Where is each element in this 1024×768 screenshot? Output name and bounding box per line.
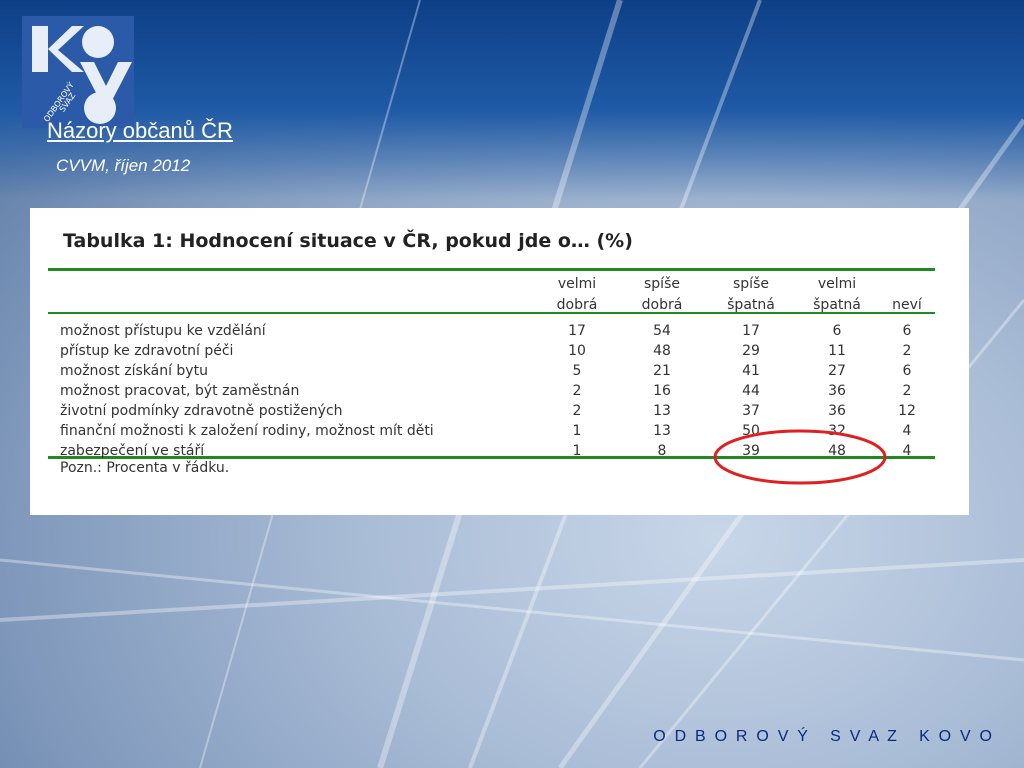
cell-value: 44	[742, 383, 760, 399]
header-row: velmi dobrá spíše dobrá spíše špatná velmi š…	[48, 272, 935, 321]
table-row: přístup ke zdravotní péči 10 48 29 11 2	[48, 341, 935, 361]
column-header: neví	[892, 297, 922, 313]
cell-value: 8	[657, 443, 667, 459]
table-caption: Tabulka 1: Hodnocení situace v ČR, pokud…	[63, 230, 633, 252]
cell-value: 13	[653, 403, 671, 419]
row-label: možnost získání bytu	[60, 363, 208, 379]
page-subtitle: CVVM, říjen 2012	[56, 156, 191, 175]
cell-value: 36	[828, 383, 846, 399]
footer: O D B O R O V Ý S V A Z K O V O	[0, 728, 1024, 750]
cell-value: 13	[653, 423, 671, 439]
row-label: přístup ke zdravotní péči	[60, 343, 234, 359]
cell-value: 29	[742, 343, 760, 359]
cell-value: 2	[572, 383, 582, 399]
row-label: možnost přístupu ke vzdělání	[60, 323, 266, 339]
cell-value: 12	[898, 403, 916, 419]
kovo-logo: ODBOROVÝ SVAZ	[22, 16, 134, 128]
header-label-cell	[48, 272, 537, 321]
top-rule	[48, 268, 935, 271]
cell-value: 2	[902, 383, 912, 399]
cell-value: 6	[832, 323, 842, 339]
row-label: životní podmínky zdravotně postižených	[60, 403, 343, 419]
cell-value: 6	[902, 363, 912, 379]
cell-value: 17	[568, 323, 586, 339]
table-row: možnost pracovat, být zaměstnán 2 16 44 …	[48, 381, 935, 401]
highlight-ellipse	[713, 429, 887, 485]
cell-value: 6	[902, 323, 912, 339]
cell-value: 5	[572, 363, 582, 379]
row-label: možnost pracovat, být zaměstnán	[60, 383, 300, 399]
cell-value: 36	[828, 403, 846, 419]
table-row: možnost získání bytu 5 21 41 27 6	[48, 361, 935, 381]
cell-value: 10	[568, 343, 586, 359]
column-header: spíše špatná	[727, 276, 775, 313]
column-header: velmi špatná	[813, 276, 861, 313]
cell-value: 2	[902, 343, 912, 359]
cell-value: 48	[653, 343, 671, 359]
column-header: spíše dobrá	[641, 276, 683, 313]
table-row: životní podmínky zdravotně postižených 2…	[48, 401, 935, 421]
table-note: Pozn.: Procenta v řádku.	[60, 460, 230, 476]
cell-value: 1	[572, 443, 582, 459]
cell-value: 1	[572, 423, 582, 439]
cell-value: 27	[828, 363, 846, 379]
page-title[interactable]: Názory občanů ČR	[47, 118, 233, 144]
column-header: velmi dobrá	[556, 276, 598, 313]
cell-value: 41	[742, 363, 760, 379]
cell-value: 54	[653, 323, 671, 339]
cell-value: 11	[828, 343, 846, 359]
cell-value: 17	[742, 323, 760, 339]
row-label: finanční možnosti k založení rodiny, mož…	[60, 423, 434, 439]
footer-organization: O D B O R O V Ý S V A Z K O V O	[653, 728, 992, 745]
table-row: možnost přístupu ke vzdělání 17 54 17 6 …	[48, 321, 935, 341]
cell-value: 21	[653, 363, 671, 379]
row-label: zabezpečení ve stáří	[60, 443, 205, 459]
cell-value: 37	[742, 403, 760, 419]
cell-value: 2	[572, 403, 582, 419]
cell-value: 16	[653, 383, 671, 399]
